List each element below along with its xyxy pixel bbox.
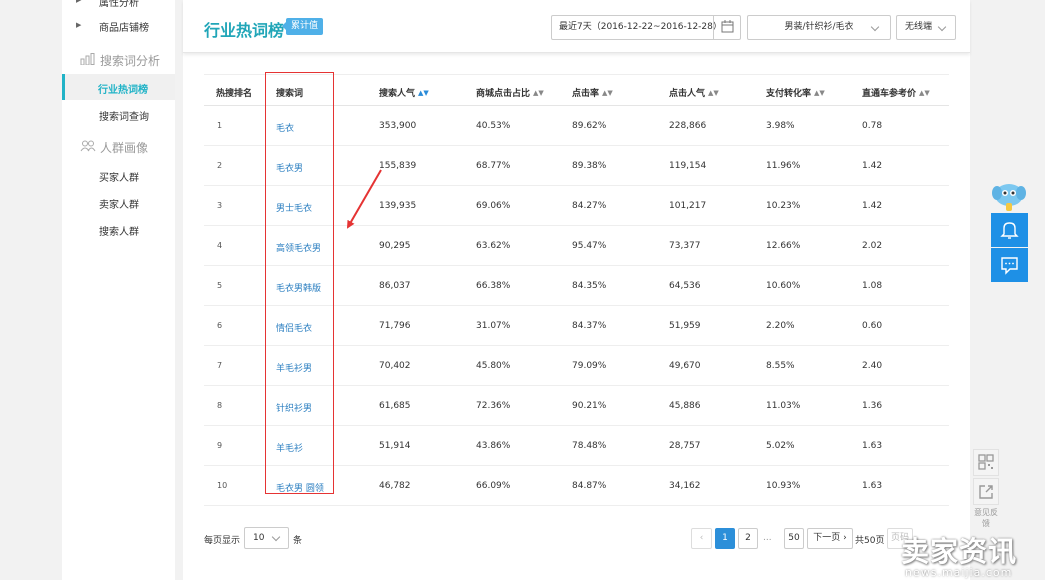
category-value: 男装/针织衫/毛衣 xyxy=(784,22,854,32)
notification-button[interactable] xyxy=(991,213,1028,247)
date-range-picker[interactable]: 最近7天（2016-12-22~2016-12-28） xyxy=(551,15,741,40)
bell-icon xyxy=(1000,222,1019,239)
date-range-value: 最近7天（2016-12-22~2016-12-28） xyxy=(559,22,722,32)
page-header: 行业热词榜 累计值 最近7天（2016-12-22~2016-12-28） 男装… xyxy=(183,0,970,53)
watermark-logo: 卖家资讯 xyxy=(901,535,1018,568)
chevron-down-icon xyxy=(870,22,880,32)
mascot-icon xyxy=(992,184,1026,211)
chevron-down-icon xyxy=(937,22,947,32)
watermark-url: news.maijia.com xyxy=(905,566,1013,579)
share-button[interactable] xyxy=(973,478,999,505)
chat-icon xyxy=(1001,257,1018,275)
device-value: 无线端 xyxy=(905,22,933,32)
qrcode-icon xyxy=(978,454,994,470)
annotation-arrows xyxy=(339,24,382,229)
device-select[interactable]: 无线端 xyxy=(896,15,956,40)
category-select[interactable]: 男装/针织衫/毛衣 xyxy=(747,15,891,40)
feedback-button[interactable]: 意见反馈 xyxy=(973,507,999,531)
annotation-arrow-keywords xyxy=(346,169,382,229)
chat-button[interactable] xyxy=(991,248,1028,282)
page-title: 行业热词榜 xyxy=(204,21,285,40)
calendar-icon[interactable] xyxy=(713,16,740,39)
cumulative-badge: 累计值 xyxy=(281,18,324,35)
share-icon xyxy=(979,485,993,499)
qrcode-button[interactable] xyxy=(973,449,999,476)
